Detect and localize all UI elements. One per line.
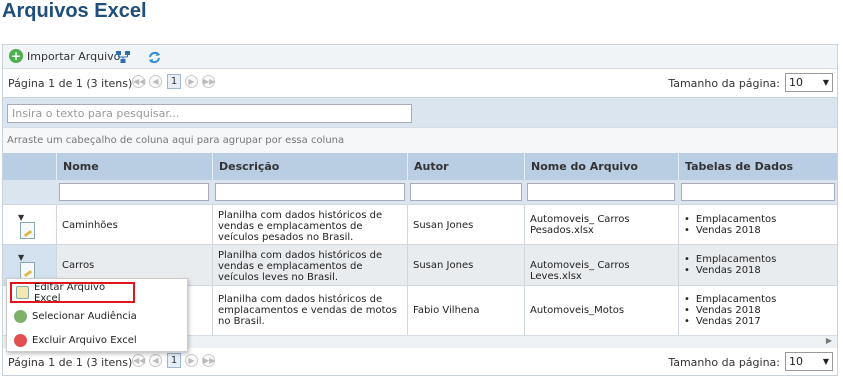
cell-autor: Fabio Vilhena — [407, 286, 524, 335]
prev-page-button[interactable]: ◀ — [149, 75, 162, 88]
last-page-button[interactable]: ▶▶ — [202, 354, 215, 367]
list-item: Vendas 2018 — [684, 305, 776, 316]
current-page[interactable]: 1 — [167, 74, 181, 89]
list-item: Emplacamentos — [684, 294, 776, 305]
row-arquivo: Automoveis_ Carros Leves.xlsx — [530, 260, 630, 282]
row-autor: Susan Jones — [413, 260, 474, 271]
filter-input-autor[interactable] — [410, 183, 522, 201]
page-size-select[interactable]: 10 ▼ — [785, 73, 833, 92]
search-row: Insira o texto para pesquisar... — [3, 97, 837, 127]
row-autor: Susan Jones — [413, 220, 474, 231]
import-file-button[interactable]: + Importar Arquivo — [9, 49, 120, 63]
row-tabelas-list: Emplacamentos Vendas 2018 — [684, 214, 776, 236]
plus-icon: + — [9, 49, 23, 63]
filter-row — [3, 180, 837, 204]
column-header-autor[interactable]: Autor — [407, 153, 524, 180]
menu-item-select-audience[interactable]: Selecionar Audiência — [10, 306, 180, 327]
filter-input-tabelas[interactable] — [681, 183, 835, 201]
row-descricao: Planilha com dados históricos de vendas … — [218, 250, 383, 283]
audience-icon — [14, 310, 27, 323]
cell-tabelas: Emplacamentos Vendas 2018 Vendas 2017 — [678, 286, 837, 335]
next-page-button[interactable]: ▶ — [185, 75, 198, 88]
hierarchy-button[interactable] — [115, 50, 131, 64]
cell-tabelas: Emplacamentos Vendas 2018 — [678, 205, 837, 244]
last-page-button[interactable]: ▶▶ — [202, 75, 215, 88]
filter-input-descricao[interactable] — [215, 183, 405, 201]
row-descricao: Planilha com dados históricos de emplaca… — [218, 294, 397, 327]
edit-icon — [16, 286, 29, 299]
search-input[interactable]: Insira o texto para pesquisar... — [7, 104, 412, 123]
first-page-button[interactable]: ◀◀ — [132, 75, 145, 88]
row-tabelas-list: Emplacamentos Vendas 2018 Vendas 2017 — [684, 294, 776, 327]
column-header-nome[interactable]: Nome — [56, 153, 212, 180]
scroll-right-icon[interactable]: ▶ — [826, 336, 832, 345]
row-autor: Fabio Vilhena — [413, 305, 480, 316]
pager-info: Página 1 de 1 (3 itens) — [8, 77, 133, 90]
list-item: Emplacamentos — [684, 254, 776, 265]
cell-arquivo: Automoveis_Motos — [524, 286, 678, 335]
page-size-select[interactable]: 10 ▼ — [785, 352, 833, 371]
refresh-button[interactable] — [147, 50, 162, 65]
list-item: Vendas 2018 — [684, 265, 776, 276]
prev-page-button[interactable]: ◀ — [149, 354, 162, 367]
chevron-down-icon: ▼ — [822, 78, 829, 87]
caret-down-icon[interactable]: ▼ — [18, 253, 24, 262]
row-descricao: Planilha com dados históricos de vendas … — [218, 210, 383, 243]
page-size-label: Tamanho da página: — [668, 77, 780, 90]
delete-icon — [14, 334, 27, 347]
column-header-row: Nome Descrição Autor Nome do Arquivo Tab… — [3, 153, 837, 180]
page-size-value: 10 — [789, 76, 803, 89]
pager-top: Página 1 de 1 (3 itens) ◀◀ ◀ 1 ▶ ▶▶ Tama… — [3, 69, 837, 97]
list-item: Vendas 2018 — [684, 225, 776, 236]
cell-tabelas: Emplacamentos Vendas 2018 — [678, 245, 837, 285]
menu-item-label: Selecionar Audiência — [32, 311, 137, 322]
cell-autor: Susan Jones — [407, 205, 524, 244]
toolbar: + Importar Arquivo — [3, 45, 837, 69]
next-page-button[interactable]: ▶ — [185, 354, 198, 367]
page-size-value: 10 — [789, 355, 803, 368]
list-item: Emplacamentos — [684, 214, 776, 225]
group-panel[interactable]: Arraste um cabeçalho de coluna aqui para… — [3, 127, 837, 153]
caret-down-icon[interactable]: ▼ — [18, 213, 24, 222]
row-tabelas-list: Emplacamentos Vendas 2018 — [684, 254, 776, 276]
import-file-label: Importar Arquivo — [27, 49, 121, 63]
page-title: Arquivos Excel — [2, 0, 147, 22]
menu-item-label: Editar Arquivo Excel — [34, 281, 106, 304]
cell-arquivo: Automoveis_ Carros Leves.xlsx — [524, 245, 678, 285]
menu-item-delete-excel[interactable]: Excluir Arquivo Excel — [10, 330, 180, 351]
document-edit-icon[interactable] — [20, 222, 35, 239]
cell-nome: Caminhões — [56, 205, 212, 244]
current-page[interactable]: 1 — [167, 353, 181, 368]
pager-info: Página 1 de 1 (3 itens) — [8, 356, 133, 369]
table-row[interactable]: ▼ Caminhões Planilha com dados histórico… — [3, 204, 837, 244]
document-edit-icon[interactable] — [20, 262, 35, 279]
refresh-icon — [149, 51, 160, 64]
row-nome: Carros — [62, 260, 95, 271]
row-context-menu: Editar Arquivo Excel Selecionar Audiênci… — [6, 278, 188, 352]
column-header-descricao[interactable]: Descrição — [212, 153, 407, 180]
chevron-down-icon: ▼ — [822, 357, 829, 366]
filter-input-arquivo[interactable] — [527, 183, 675, 201]
row-arquivo: Automoveis_Motos — [530, 305, 625, 316]
cell-arquivo: Automoveis_ Carros Pesados.xlsx — [524, 205, 678, 244]
hierarchy-icon — [116, 51, 130, 63]
group-hint: Arraste um cabeçalho de coluna aqui para… — [7, 135, 345, 146]
row-arquivo: Automoveis_ Carros Pesados.xlsx — [530, 214, 630, 236]
cell-autor: Susan Jones — [407, 245, 524, 285]
cell-descricao: Planilha com dados históricos de vendas … — [212, 205, 407, 244]
filter-input-nome[interactable] — [59, 183, 209, 201]
column-header-arquivo[interactable]: Nome do Arquivo — [524, 153, 678, 180]
menu-item-edit-excel[interactable]: Editar Arquivo Excel — [10, 281, 135, 304]
list-item: Vendas 2017 — [684, 316, 776, 327]
page-size-label: Tamanho da página: — [668, 356, 780, 369]
row-actions[interactable]: ▼ — [3, 205, 56, 244]
pager-bottom: Página 1 de 1 (3 itens) ◀◀ ◀ 1 ▶ ▶▶ Tama… — [3, 348, 837, 375]
row-nome: Caminhões — [62, 220, 118, 231]
header-control — [3, 153, 56, 180]
cell-descricao: Planilha com dados históricos de emplaca… — [212, 286, 407, 335]
cell-descricao: Planilha com dados históricos de vendas … — [212, 245, 407, 285]
menu-item-label: Excluir Arquivo Excel — [32, 335, 137, 346]
column-header-tabelas[interactable]: Tabelas de Dados — [678, 153, 837, 180]
first-page-button[interactable]: ◀◀ — [132, 354, 145, 367]
